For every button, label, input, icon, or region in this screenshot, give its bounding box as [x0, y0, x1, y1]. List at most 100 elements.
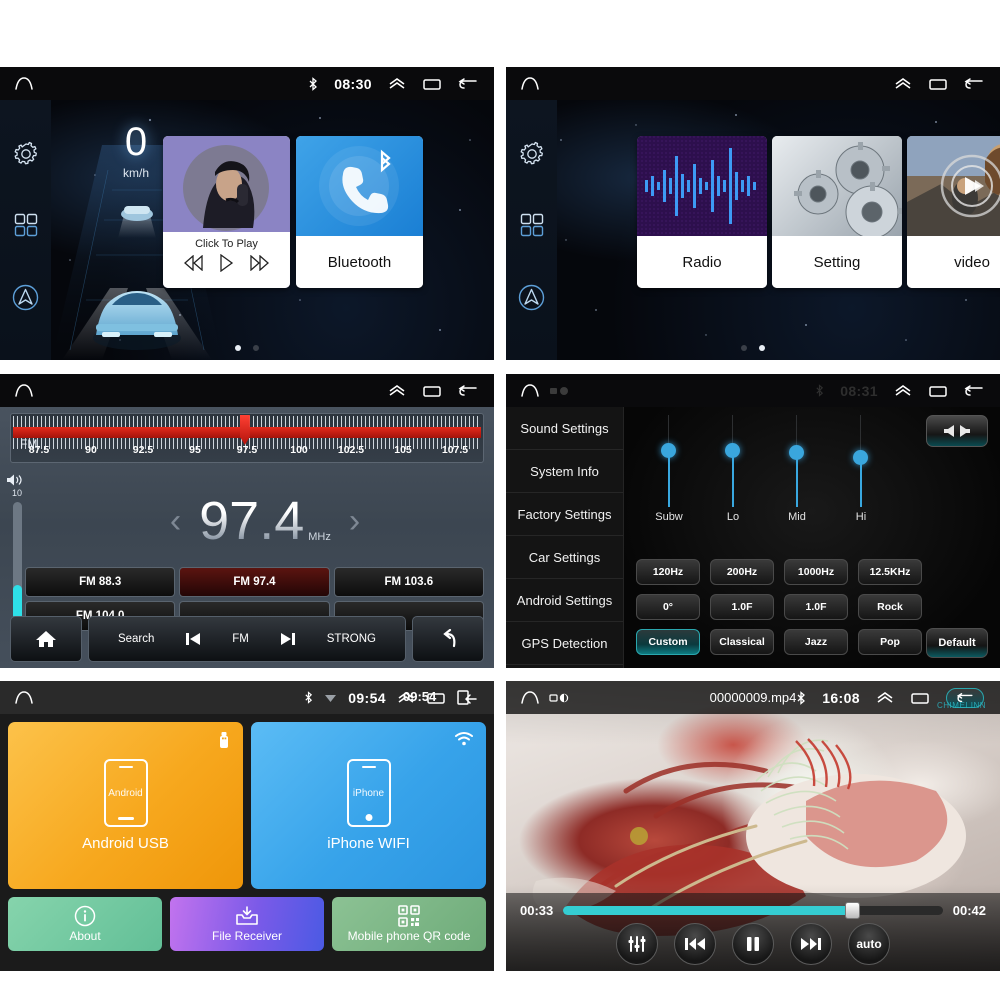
slider-knob[interactable] [789, 445, 804, 460]
eq-button-lo-q[interactable]: 1.0F [710, 594, 774, 620]
band-label[interactable]: FM [232, 633, 249, 645]
page-dot-2[interactable] [253, 345, 259, 351]
menu-item-factory-settings[interactable]: Factory Settings [506, 493, 623, 536]
preset-button-active[interactable]: FM 97.4 [179, 567, 330, 597]
grid-icon[interactable] [519, 212, 545, 238]
video-watermark: CHIMEI INN [937, 701, 986, 710]
prev-icon[interactable] [184, 255, 204, 271]
eq-button-jazz[interactable]: Jazz [784, 629, 848, 655]
skip-next-icon[interactable] [279, 631, 297, 647]
eq-button-rock[interactable]: Rock [858, 594, 922, 620]
chevron-up-icon[interactable] [876, 691, 894, 704]
tile-music[interactable]: Click To Play [163, 136, 290, 288]
navigation-icon[interactable] [518, 284, 545, 311]
home-icon[interactable] [520, 76, 540, 91]
eq-button-custom[interactable]: Custom [636, 629, 700, 655]
frequency-dial[interactable]: 87.5 90 92.5 95 97.5 100 102.5 105 107.5 [10, 413, 484, 463]
preset-button[interactable]: FM 88.3 [25, 567, 176, 597]
slider-knob[interactable] [853, 450, 868, 465]
eq-button-pop[interactable]: Pop [858, 629, 922, 655]
chevron-right-icon[interactable]: › [331, 502, 378, 541]
menu-item-system-info[interactable]: System Info [506, 450, 623, 493]
search-label[interactable]: Search [118, 633, 154, 645]
strong-label[interactable]: STRONG [327, 633, 376, 645]
eq-button-phase[interactable]: 0° [636, 594, 700, 620]
chevron-up-icon[interactable] [388, 384, 406, 397]
menu-item-gps-detection[interactable]: GPS Detection [506, 622, 623, 665]
home-background-2: Radio Setting video [506, 100, 1000, 360]
home-icon[interactable] [14, 76, 34, 91]
play-icon[interactable] [218, 254, 234, 272]
home-icon[interactable] [14, 690, 34, 705]
back-icon[interactable] [458, 384, 478, 398]
button-qr-code[interactable]: Mobile phone QR code [332, 897, 486, 951]
navigation-icon[interactable] [12, 284, 39, 311]
eq-button-classical[interactable]: Classical [710, 629, 774, 655]
gear-icon[interactable] [13, 141, 39, 167]
eq-button-hi-freq[interactable]: 12.5KHz [858, 559, 922, 585]
menu-item-car-settings[interactable]: Car Settings [506, 536, 623, 579]
chevron-left-icon[interactable]: ‹ [152, 502, 199, 541]
recents-icon[interactable] [910, 691, 930, 705]
eq-button-mid-q[interactable]: 1.0F [784, 594, 848, 620]
back-icon[interactable] [457, 690, 478, 705]
page-dot-1[interactable] [741, 345, 747, 351]
back-icon[interactable] [964, 77, 984, 91]
eq-button-lo-freq[interactable]: 200Hz [710, 559, 774, 585]
home-button[interactable] [10, 616, 82, 662]
tile-radio[interactable]: Radio [637, 136, 767, 288]
auto-button[interactable]: auto [848, 923, 890, 965]
chevron-up-icon[interactable] [894, 384, 912, 397]
back-icon[interactable] [458, 77, 478, 91]
eq-row-presets: Custom Classical Jazz Pop [636, 629, 922, 655]
tile-setting[interactable]: Setting [772, 136, 902, 288]
movie-thumb [907, 136, 1000, 236]
tile-video[interactable]: video [907, 136, 1000, 288]
seek-knob[interactable] [844, 901, 860, 919]
page-dots-2[interactable] [506, 345, 1000, 351]
slider-knob[interactable] [661, 443, 676, 458]
button-about[interactable]: About [8, 897, 162, 951]
slider-knob[interactable] [725, 443, 740, 458]
default-button[interactable]: Default [926, 628, 988, 658]
recents-icon[interactable] [928, 384, 948, 398]
card-android-usb[interactable]: Android Android USB [8, 722, 243, 889]
chevron-up-icon[interactable] [388, 77, 406, 90]
recents-icon[interactable] [928, 77, 948, 91]
mirror-cards: Android Android USB iPhone iPhone WIFI [8, 722, 486, 889]
home-icon[interactable] [520, 690, 540, 705]
next-button[interactable] [790, 923, 832, 965]
eq-button-subw-freq[interactable]: 120Hz [636, 559, 700, 585]
preset-button[interactable]: FM 103.6 [333, 567, 484, 597]
tile-bluetooth[interactable]: Bluetooth [296, 136, 423, 288]
pause-button[interactable] [732, 923, 774, 965]
chevron-up-icon[interactable] [894, 77, 912, 90]
grid-icon[interactable] [13, 212, 39, 238]
page-dot-1[interactable] [235, 345, 241, 351]
page-dot-2[interactable] [759, 345, 765, 351]
panel-mirror-link: Android Android USB iPhone iPhone WIFI A… [0, 681, 494, 971]
recents-icon[interactable] [422, 77, 442, 91]
page-dots[interactable] [0, 345, 494, 351]
balance-button[interactable] [926, 415, 988, 447]
gear-icon[interactable] [519, 141, 545, 167]
recents-icon[interactable] [422, 384, 442, 398]
home-icon[interactable] [520, 383, 540, 398]
menu-item-android-settings[interactable]: Android Settings [506, 579, 623, 622]
eq-button-mid-freq[interactable]: 1000Hz [784, 559, 848, 585]
previous-button[interactable] [674, 923, 716, 965]
button-file-receiver[interactable]: File Receiver [170, 897, 324, 951]
back-icon[interactable] [964, 384, 984, 398]
home-icon[interactable] [14, 383, 34, 398]
equalizer-button[interactable] [616, 923, 658, 965]
back-arrow-icon [443, 629, 456, 648]
menu-item-sound-settings[interactable]: Sound Settings [506, 407, 623, 450]
volume-track[interactable] [12, 502, 22, 620]
seek-bar[interactable] [563, 901, 943, 919]
card-iphone-wifi[interactable]: iPhone iPhone WIFI [251, 722, 486, 889]
android-usb-label: Android USB [82, 835, 169, 852]
next-icon[interactable] [249, 255, 269, 271]
video-body[interactable]: 00:33 00:42 auto [506, 681, 1000, 971]
skip-prev-icon[interactable] [184, 631, 202, 647]
back-button[interactable] [412, 616, 484, 662]
